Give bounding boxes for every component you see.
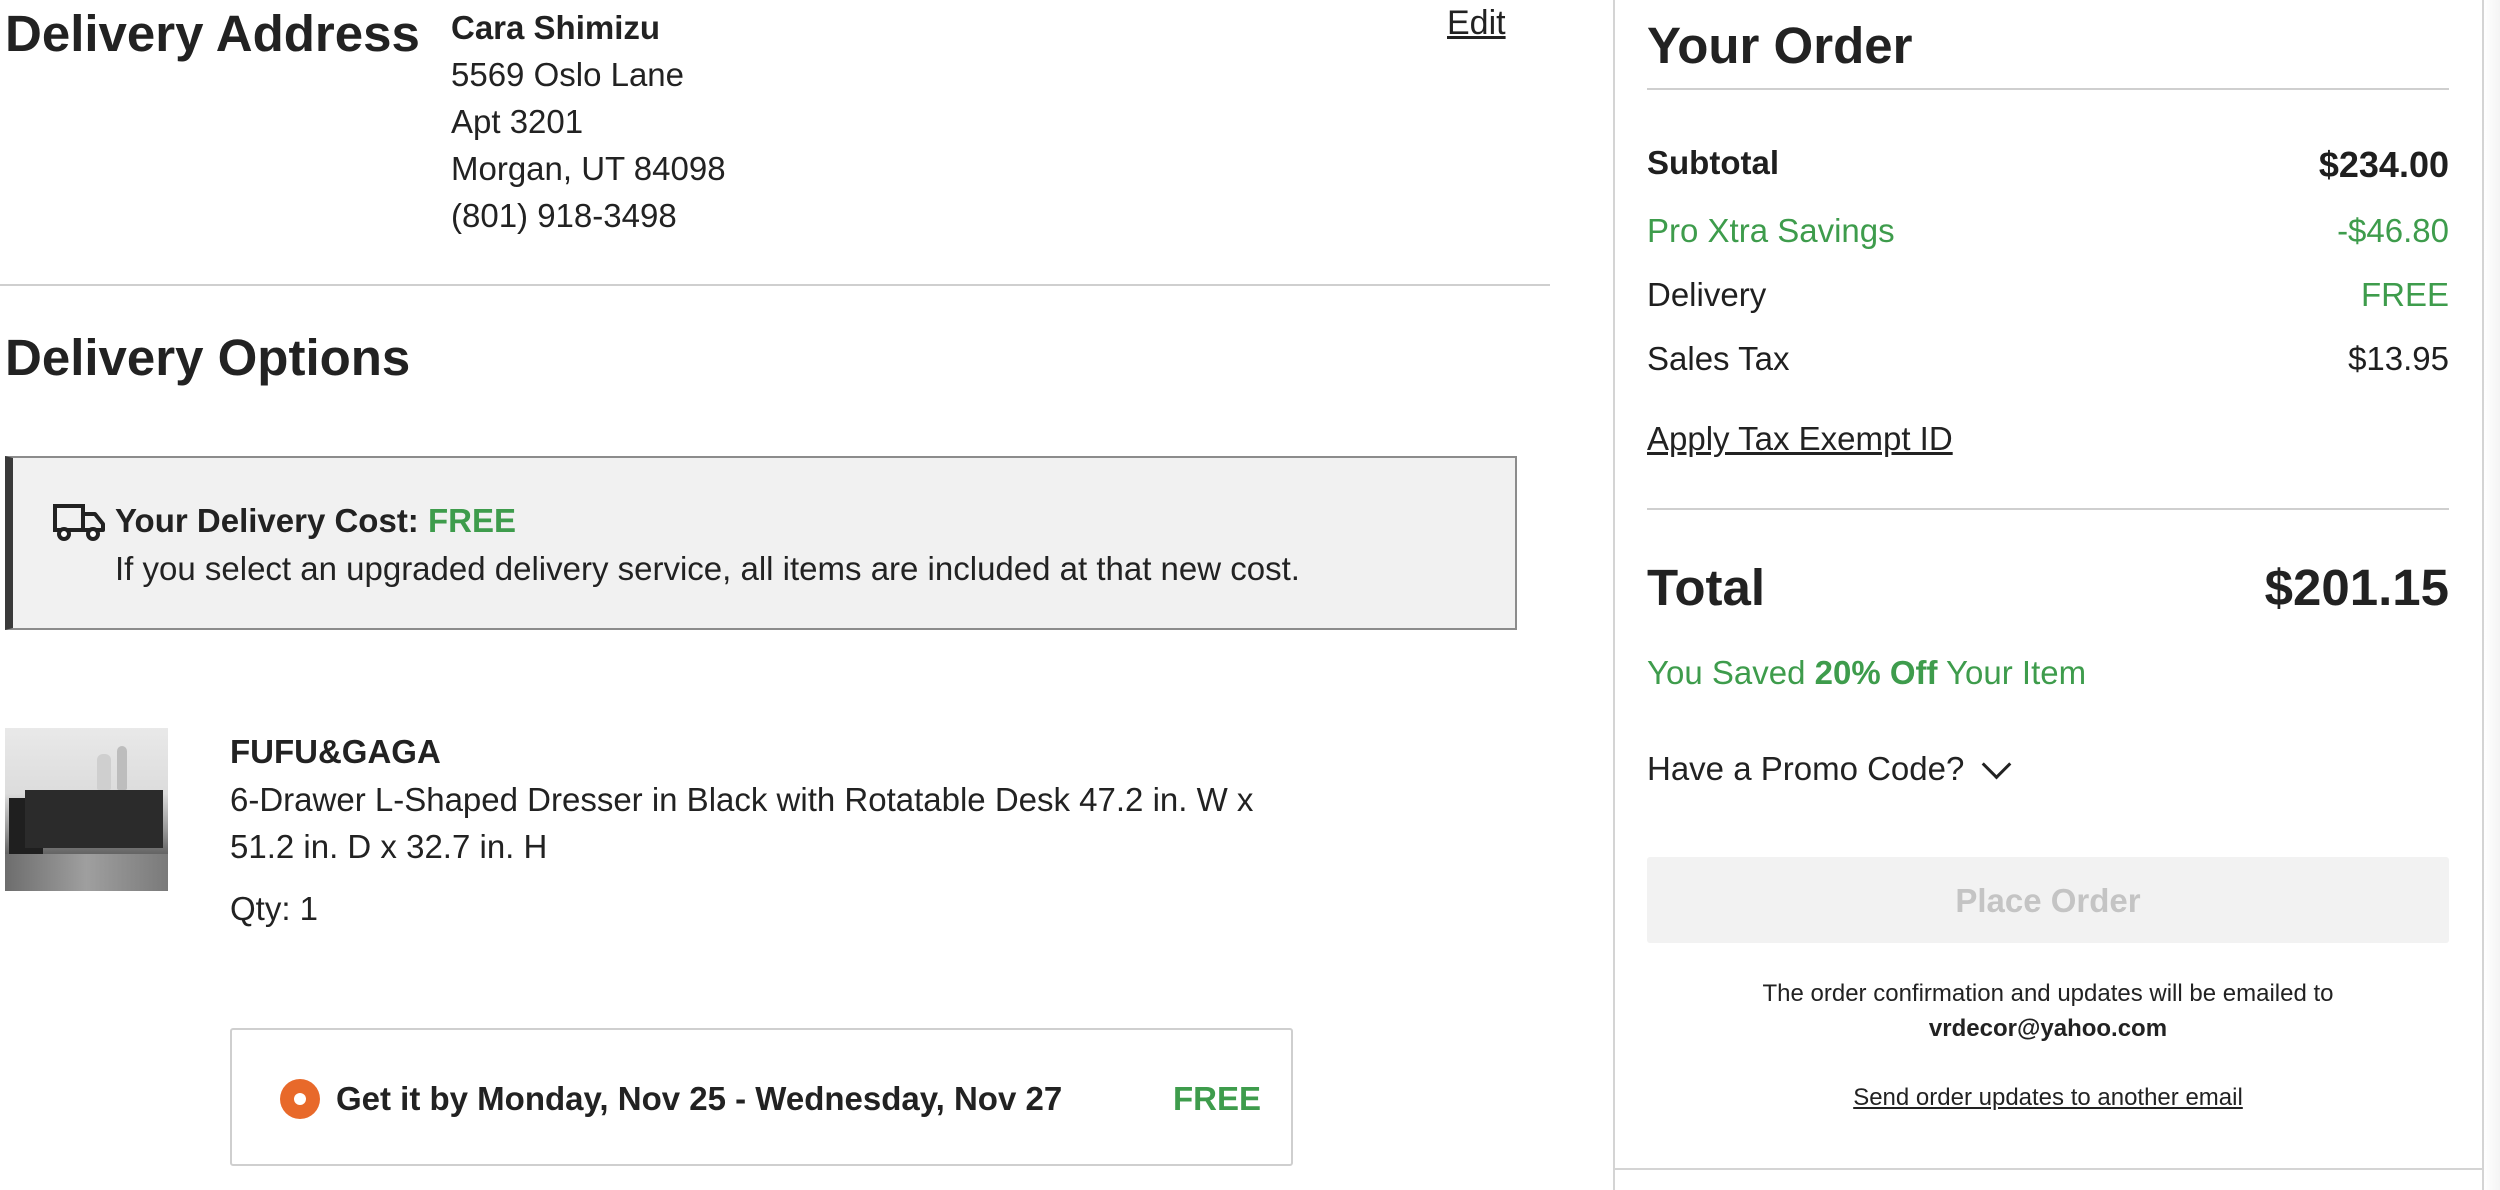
- savings-message: You Saved 20% Off Your Item: [1647, 654, 2086, 692]
- summary-divider: [1647, 88, 2449, 90]
- delivery-cost-note: If you select an upgraded delivery servi…: [115, 550, 1300, 587]
- checkout-main: Delivery Address Cara Shimizu 5569 Oslo …: [0, 0, 1560, 1190]
- panel-continuation: [1613, 1170, 2484, 1190]
- delivery-label: Delivery: [1647, 276, 1767, 313]
- order-summary-panel: Your Order Subtotal $234.00 Pro Xtra Sav…: [1613, 0, 2484, 1170]
- delivery-cost-line: Your Delivery Cost: FREE: [115, 502, 516, 540]
- shipping-option-label: Get it by Monday, Nov 25 - Wednesday, No…: [336, 1080, 1063, 1117]
- saved-suffix: Your Item: [1937, 654, 2087, 691]
- shipping-option-card[interactable]: Get it by Monday, Nov 25 - Wednesday, No…: [230, 1028, 1293, 1166]
- address-phone: (801) 918-3498: [451, 197, 677, 234]
- delivery-value: FREE: [2360, 276, 2449, 313]
- radio-selected-icon[interactable]: [280, 1079, 320, 1119]
- send-updates-row: Send order updates to another email: [1647, 1084, 2449, 1112]
- confirmation-text: The order confirmation and updates will …: [1762, 980, 2334, 1007]
- shipping-option-price: FREE: [1172, 1080, 1261, 1117]
- delivery-cost-notice: Your Delivery Cost: FREE If you select a…: [5, 456, 1517, 630]
- truck-icon: [53, 504, 105, 541]
- total-value: $201.15: [2264, 559, 2449, 616]
- promo-code-label: Have a Promo Code?: [1647, 750, 1965, 787]
- total-label: Total: [1647, 559, 1766, 616]
- delivery-address-title: Delivery Address: [5, 5, 420, 62]
- sales-tax-label: Sales Tax: [1647, 340, 1790, 377]
- product-image: [5, 728, 168, 891]
- product-quantity: Qty: 1: [230, 890, 319, 927]
- delivery-cost-label: Your Delivery Cost:: [115, 502, 419, 539]
- promo-code-toggle[interactable]: Have a Promo Code?: [1647, 749, 2012, 788]
- summary-divider: [1647, 508, 2449, 510]
- product-brand: FUFU&GAGA: [230, 733, 441, 770]
- order-summary-title: Your Order: [1647, 17, 1913, 74]
- edit-address-link[interactable]: Edit: [1447, 4, 1506, 43]
- saved-prefix: You Saved: [1647, 654, 1815, 691]
- savings-value: -$46.80: [2337, 212, 2449, 249]
- savings-label: Pro Xtra Savings: [1647, 212, 1895, 249]
- delivery-address-block: Cara Shimizu 5569 Oslo Lane Apt 3201 Mor…: [451, 4, 726, 239]
- chevron-down-icon: [1981, 749, 2012, 779]
- address-name: Cara Shimizu: [451, 9, 661, 46]
- sales-tax-value: $13.95: [2348, 340, 2449, 377]
- delivery-cost-value: FREE: [427, 502, 516, 539]
- place-order-button[interactable]: Place Order: [1647, 857, 2449, 943]
- apply-tax-exempt-link[interactable]: Apply Tax Exempt ID: [1647, 420, 1953, 458]
- subtotal-value: $234.00: [2318, 144, 2449, 185]
- confirmation-notice: The order confirmation and updates will …: [1647, 976, 2449, 1046]
- address-city-state-zip: Morgan, UT 84098: [451, 150, 726, 187]
- subtotal-label: Subtotal: [1647, 144, 1779, 181]
- confirmation-email: vrdecor@yahoo.com: [1928, 1015, 2168, 1042]
- page-edge-shadow: [2484, 0, 2500, 1190]
- address-line2: Apt 3201: [451, 103, 584, 140]
- saved-amount: 20% Off: [1814, 654, 1938, 691]
- delivery-options-title: Delivery Options: [5, 329, 411, 386]
- send-updates-link[interactable]: Send order updates to another email: [1853, 1084, 2243, 1111]
- section-divider: [0, 284, 1550, 286]
- address-line1: 5569 Oslo Lane: [451, 56, 685, 93]
- product-name: 6-Drawer L-Shaped Dresser in Black with …: [230, 781, 1254, 865]
